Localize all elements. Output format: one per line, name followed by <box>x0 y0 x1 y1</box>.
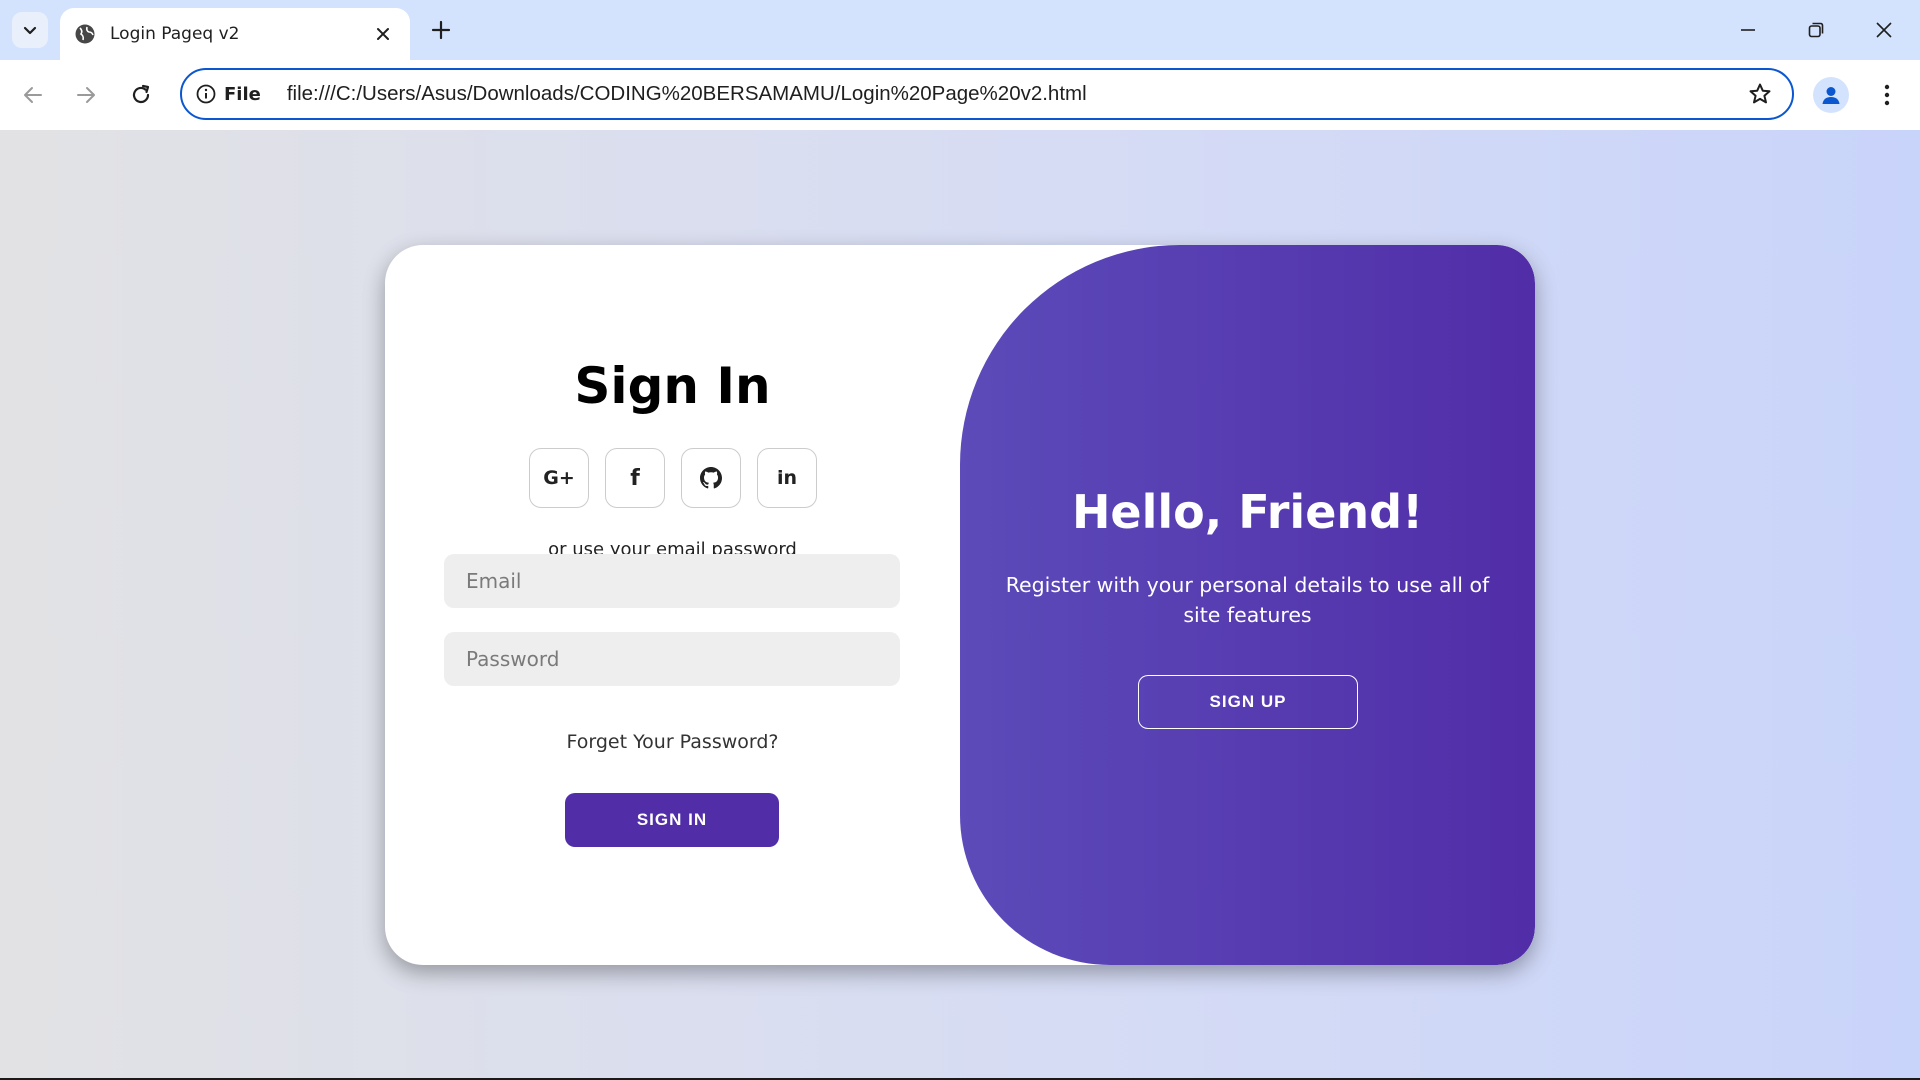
facebook-button[interactable]: f <box>605 448 665 508</box>
sign-in-form: Sign In G+ f in or use your email passwo… <box>385 245 960 965</box>
profile-button[interactable] <box>1813 77 1849 113</box>
tab-title: Login Pageq v2 <box>110 24 240 44</box>
email-input[interactable] <box>444 554 900 608</box>
globe-icon <box>74 23 96 45</box>
arrow-right-icon <box>77 87 95 103</box>
forward-button[interactable] <box>67 76 105 114</box>
browser-menu-button[interactable] <box>1868 76 1906 114</box>
github-icon <box>700 467 722 489</box>
star-icon <box>1749 83 1771 104</box>
google-plus-icon: G+ <box>543 467 575 489</box>
sign-in-title: Sign In <box>574 357 771 415</box>
linkedin-button[interactable]: in <box>757 448 817 508</box>
tab-close-button[interactable] <box>370 21 396 47</box>
close-window-button[interactable] <box>1850 0 1918 60</box>
more-vert-icon <box>1884 84 1890 106</box>
site-info-label: File <box>224 83 261 105</box>
person-icon <box>1822 87 1840 104</box>
sign-up-button[interactable]: SIGN UP <box>1138 675 1358 729</box>
sign-in-button[interactable]: SIGN IN <box>565 793 779 847</box>
github-button[interactable] <box>681 448 741 508</box>
welcome-title: Hello, Friend! <box>1071 485 1424 539</box>
password-input[interactable] <box>444 632 900 686</box>
reload-button[interactable] <box>122 76 160 114</box>
arrow-left-icon <box>24 87 42 103</box>
info-icon <box>196 84 216 104</box>
bookmark-button[interactable] <box>1740 74 1780 114</box>
chevron-down-icon <box>23 26 37 35</box>
social-login-row: G+ f in <box>529 448 817 508</box>
page-viewport: Sign In G+ f in or use your email passwo… <box>0 130 1920 1078</box>
restore-icon <box>1808 22 1824 38</box>
close-icon <box>1876 22 1892 38</box>
address-bar[interactable]: File file:///C:/Users/Asus/Downloads/COD… <box>180 68 1794 120</box>
forgot-password-link[interactable]: Forget Your Password? <box>385 731 960 753</box>
plus-icon <box>431 20 451 40</box>
browser-tab-active[interactable]: Login Pageq v2 <box>60 8 410 60</box>
linkedin-icon: in <box>776 467 798 489</box>
facebook-icon: f <box>630 465 640 491</box>
welcome-panel: Hello, Friend! Register with your person… <box>960 245 1535 965</box>
google-plus-button[interactable]: G+ <box>529 448 589 508</box>
minimize-button[interactable] <box>1714 0 1782 60</box>
close-icon <box>377 28 389 40</box>
restore-button[interactable] <box>1782 0 1850 60</box>
site-info-button[interactable]: File <box>196 84 261 105</box>
tab-strip: Login Pageq v2 <box>0 0 1920 60</box>
url-text[interactable]: file:///C:/Users/Asus/Downloads/CODING%2… <box>287 82 1740 106</box>
browser-toolbar: File file:///C:/Users/Asus/Downloads/COD… <box>0 60 1920 130</box>
welcome-text: Register with your personal details to u… <box>1005 573 1490 627</box>
new-tab-button[interactable] <box>423 12 459 48</box>
minimize-icon <box>1741 29 1755 31</box>
back-button[interactable] <box>14 76 52 114</box>
login-card: Sign In G+ f in or use your email passwo… <box>385 245 1535 965</box>
tab-search-button[interactable] <box>12 12 48 48</box>
reload-icon <box>132 84 150 104</box>
